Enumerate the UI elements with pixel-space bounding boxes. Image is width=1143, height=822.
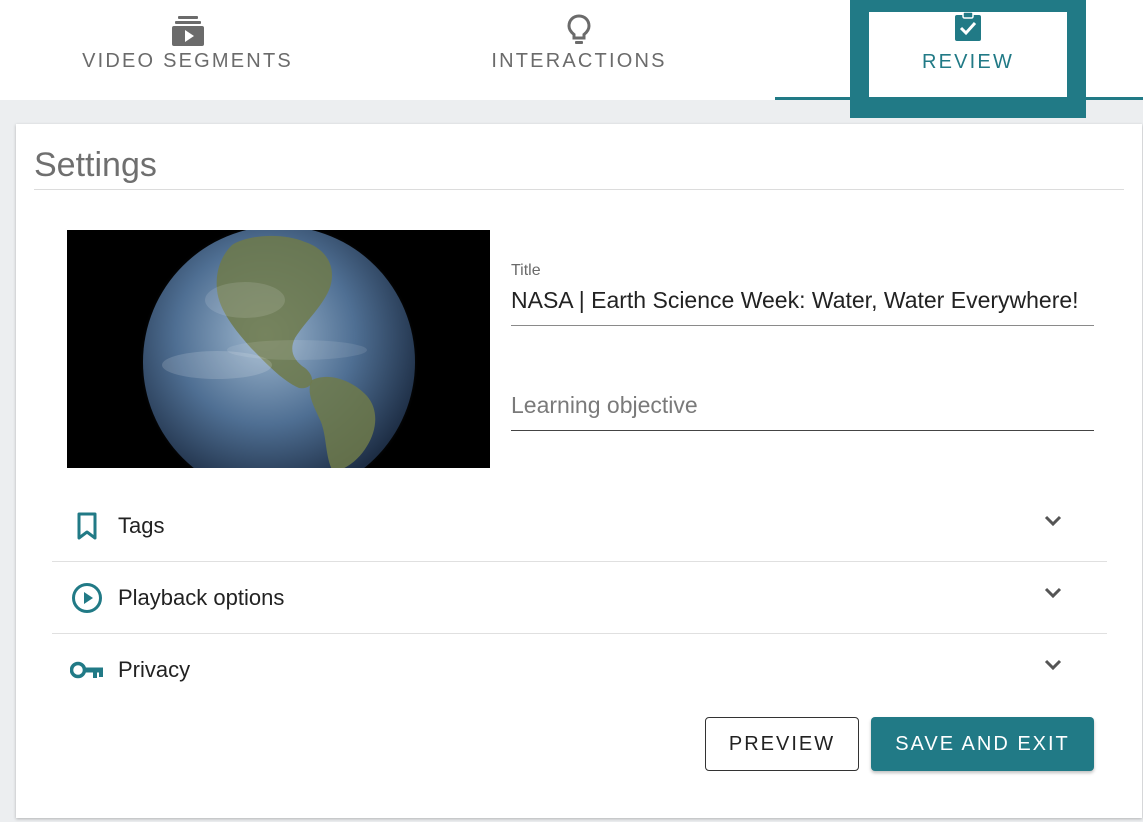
chevron-down-icon: [1043, 586, 1063, 605]
bookmark-icon: [70, 512, 104, 540]
tab-review[interactable]: REVIEW: [869, 12, 1067, 97]
accordion-privacy[interactable]: Privacy: [52, 634, 1107, 705]
objective-field-underline: [511, 430, 1094, 431]
accordion-label: Privacy: [118, 656, 191, 682]
tab-review-highlight: REVIEW: [850, 0, 1086, 118]
page-title: Settings: [34, 146, 157, 184]
divider: [34, 189, 1124, 190]
tab-interactions[interactable]: INTERACTIONS: [470, 0, 688, 100]
accordion-tags[interactable]: Tags: [52, 490, 1107, 561]
lightbulb-icon: [567, 12, 591, 46]
video-thumbnail[interactable]: [67, 230, 490, 468]
title-field-underline: [511, 325, 1094, 326]
accordion-playback-options[interactable]: Playback options: [52, 562, 1107, 633]
key-icon: [70, 660, 104, 680]
learning-objective-input[interactable]: [511, 392, 1094, 419]
tab-label: INTERACTIONS: [491, 50, 667, 72]
title-field[interactable]: NASA | Earth Science Week: Water, Water …: [511, 287, 1094, 314]
settings-card: Settings Title NASA | Earth Science Week…: [16, 124, 1142, 818]
video-stack-icon: [171, 12, 204, 46]
tab-label: VIDEO SEGMENTS: [82, 50, 293, 72]
save-and-exit-button[interactable]: SAVE AND EXIT: [871, 717, 1094, 771]
play-circle-icon: [70, 582, 104, 614]
tab-label: REVIEW: [921, 51, 1015, 73]
accordion-label: Tags: [118, 512, 165, 538]
title-field-label: Title: [511, 262, 541, 279]
tab-video-segments[interactable]: VIDEO SEGMENTS: [60, 0, 315, 100]
chevron-down-icon: [1043, 514, 1063, 533]
chevron-down-icon: [1043, 658, 1063, 677]
clipboard-check-icon: [954, 12, 982, 42]
accordion-label: Playback options: [118, 584, 285, 610]
preview-button[interactable]: PREVIEW: [705, 717, 859, 771]
